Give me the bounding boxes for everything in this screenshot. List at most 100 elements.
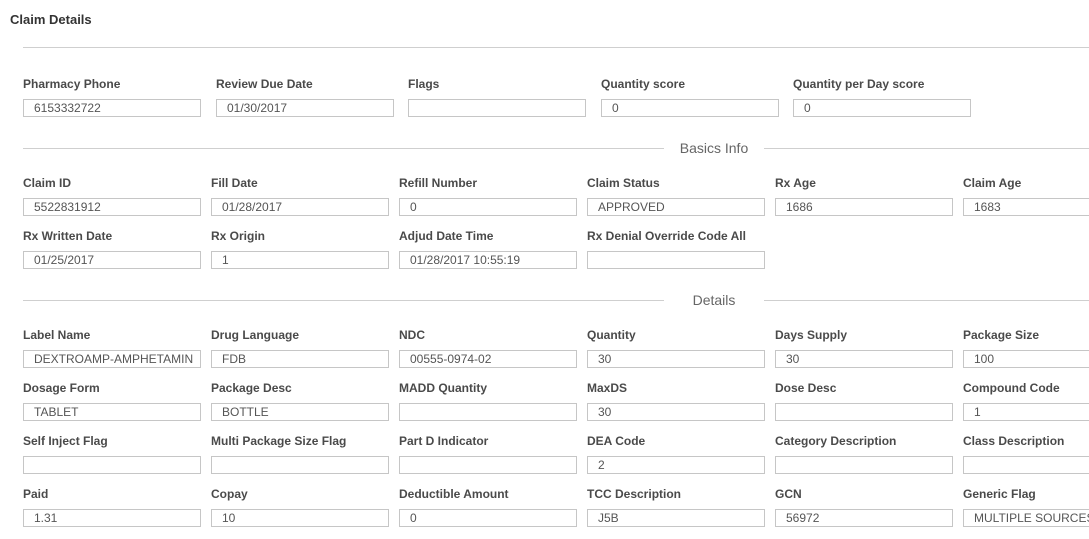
self-inject-flag-input[interactable] — [23, 456, 201, 474]
flags-label: Flags — [408, 77, 440, 91]
package-desc-label: Package Desc — [211, 381, 292, 395]
claim-status-label: Claim Status — [587, 176, 660, 190]
rx-written-date-field: Rx Written Date 01/25/2017 — [23, 229, 201, 269]
rx-denial-override-input[interactable] — [587, 251, 765, 269]
madd-quantity-label: MADD Quantity — [399, 381, 487, 395]
copay-label: Copay — [211, 487, 248, 501]
label-name-field: Label Name DEXTROAMP-AMPHETAMIN — [23, 328, 201, 368]
review-due-date-label: Review Due Date — [216, 77, 313, 91]
fill-date-field: Fill Date 01/28/2017 — [211, 176, 389, 216]
title-divider — [23, 47, 1089, 48]
flags-input[interactable] — [408, 99, 586, 117]
quantity-input[interactable]: 30 — [587, 350, 765, 368]
fill-date-input[interactable]: 01/28/2017 — [211, 198, 389, 216]
rx-written-date-input[interactable]: 01/25/2017 — [23, 251, 201, 269]
refill-number-input[interactable]: 0 — [399, 198, 577, 216]
divider-line — [764, 148, 1089, 149]
review-due-date-input[interactable]: 01/30/2017 — [216, 99, 394, 117]
quantity-per-day-score-field: Quantity per Day score 0 — [793, 77, 971, 117]
claim-age-field: Claim Age 1683 — [963, 176, 1089, 216]
self-inject-flag-field: Self Inject Flag — [23, 434, 201, 474]
claim-age-input[interactable]: 1683 — [963, 198, 1089, 216]
dosage-form-field: Dosage Form TABLET — [23, 381, 201, 421]
tcc-description-label: TCC Description — [587, 487, 682, 501]
claim-id-input[interactable]: 5522831912 — [23, 198, 201, 216]
label-name-input[interactable]: DEXTROAMP-AMPHETAMIN — [23, 350, 201, 368]
claim-id-label: Claim ID — [23, 176, 72, 190]
quantity-score-input[interactable]: 0 — [601, 99, 779, 117]
gcn-field: GCN 56972 — [775, 487, 953, 527]
copay-input[interactable]: 10 — [211, 509, 389, 527]
class-description-input[interactable] — [963, 456, 1089, 474]
details-title: Details — [692, 292, 736, 308]
basics-info-divider: Basics Info — [23, 140, 1089, 156]
days-supply-field: Days Supply 30 — [775, 328, 953, 368]
class-description-field: Class Description — [963, 434, 1089, 474]
rx-origin-label: Rx Origin — [211, 229, 266, 243]
divider-line — [23, 300, 664, 301]
deductible-amount-input[interactable]: 0 — [399, 509, 577, 527]
multi-package-size-flag-field: Multi Package Size Flag — [211, 434, 389, 474]
claim-status-field: Claim Status APPROVED — [587, 176, 765, 216]
generic-flag-label: Generic Flag — [963, 487, 1036, 501]
quantity-field: Quantity 30 — [587, 328, 765, 368]
quantity-label: Quantity — [587, 328, 636, 342]
part-d-indicator-field: Part D Indicator — [399, 434, 577, 474]
pharmacy-phone-input[interactable]: 6153332722 — [23, 99, 201, 117]
multi-package-size-flag-input[interactable] — [211, 456, 389, 474]
ndc-input[interactable]: 00555-0974-02 — [399, 350, 577, 368]
refill-number-label: Refill Number — [399, 176, 478, 190]
pharmacy-phone-label: Pharmacy Phone — [23, 77, 121, 91]
self-inject-flag-label: Self Inject Flag — [23, 434, 108, 448]
rx-denial-override-label: Rx Denial Override Code All — [587, 229, 746, 243]
claim-status-input[interactable]: APPROVED — [587, 198, 765, 216]
madd-quantity-field: MADD Quantity — [399, 381, 577, 421]
category-description-input[interactable] — [775, 456, 953, 474]
dose-desc-label: Dose Desc — [775, 381, 837, 395]
category-description-field: Category Description — [775, 434, 953, 474]
rx-age-input[interactable]: 1686 — [775, 198, 953, 216]
rx-written-date-label: Rx Written Date — [23, 229, 113, 243]
dea-code-input[interactable]: 2 — [587, 456, 765, 474]
generic-flag-input[interactable]: MULTIPLE SOURCES — [963, 509, 1089, 527]
adjud-date-time-input[interactable]: 01/28/2017 10:55:19 — [399, 251, 577, 269]
flags-field: Flags — [408, 77, 586, 117]
generic-flag-field: Generic Flag MULTIPLE SOURCES — [963, 487, 1089, 527]
dosage-form-input[interactable]: TABLET — [23, 403, 201, 421]
paid-input[interactable]: 1.31 — [23, 509, 201, 527]
tcc-description-field: TCC Description J5B — [587, 487, 765, 527]
dea-code-field: DEA Code 2 — [587, 434, 765, 474]
compound-code-field: Compound Code 1 — [963, 381, 1089, 421]
package-size-input[interactable]: 100 — [963, 350, 1089, 368]
rx-origin-field: Rx Origin 1 — [211, 229, 389, 269]
class-description-label: Class Description — [963, 434, 1065, 448]
package-desc-input[interactable]: BOTTLE — [211, 403, 389, 421]
days-supply-input[interactable]: 30 — [775, 350, 953, 368]
review-due-date-field: Review Due Date 01/30/2017 — [216, 77, 394, 117]
paid-label: Paid — [23, 487, 49, 501]
dose-desc-input[interactable] — [775, 403, 953, 421]
gcn-input[interactable]: 56972 — [775, 509, 953, 527]
quantity-per-day-score-input[interactable]: 0 — [793, 99, 971, 117]
copay-field: Copay 10 — [211, 487, 389, 527]
category-description-label: Category Description — [775, 434, 897, 448]
madd-quantity-input[interactable] — [399, 403, 577, 421]
page-title: Claim Details — [10, 12, 92, 27]
quantity-per-day-score-label: Quantity per Day score — [793, 77, 925, 91]
maxds-field: MaxDS 30 — [587, 381, 765, 421]
rx-origin-input[interactable]: 1 — [211, 251, 389, 269]
pharmacy-phone-field: Pharmacy Phone 6153332722 — [23, 77, 201, 117]
deductible-amount-field: Deductible Amount 0 — [399, 487, 577, 527]
part-d-indicator-input[interactable] — [399, 456, 577, 474]
tcc-description-input[interactable]: J5B — [587, 509, 765, 527]
quantity-score-label: Quantity score — [601, 77, 686, 91]
dose-desc-field: Dose Desc — [775, 381, 953, 421]
compound-code-input[interactable]: 1 — [963, 403, 1089, 421]
dosage-form-label: Dosage Form — [23, 381, 100, 395]
package-size-field: Package Size 100 — [963, 328, 1089, 368]
details-divider: Details — [23, 292, 1089, 308]
maxds-input[interactable]: 30 — [587, 403, 765, 421]
refill-number-field: Refill Number 0 — [399, 176, 577, 216]
divider-line — [764, 300, 1089, 301]
drug-language-input[interactable]: FDB — [211, 350, 389, 368]
